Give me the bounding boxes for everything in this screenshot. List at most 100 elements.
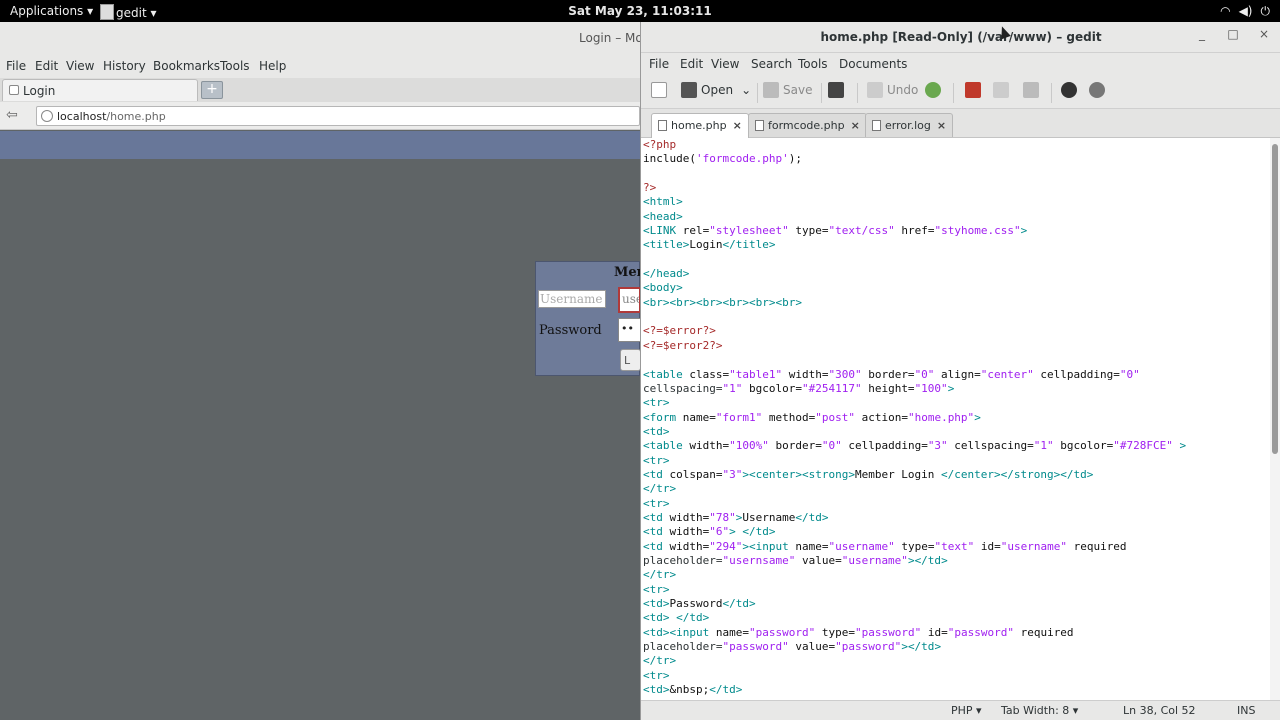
new-tab-button[interactable]: +	[201, 81, 223, 99]
code-line[interactable]: </tr>	[643, 654, 1186, 668]
menu-history[interactable]: History	[103, 59, 146, 73]
menu-edit[interactable]: Edit	[35, 59, 58, 73]
code-line[interactable]: <td>	[643, 425, 1186, 439]
gedit-menubar: File Edit View Search Tools Documents	[641, 53, 1280, 75]
code-line[interactable]: <title>Login</title>	[643, 238, 1186, 252]
close-tab-icon[interactable]: ×	[733, 119, 742, 132]
code-line[interactable]: cellspacing="1" bgcolor="#254117" height…	[643, 382, 1186, 396]
editor-scrollbar[interactable]	[1270, 138, 1280, 700]
system-tray[interactable]: ◠ ◀) ⏻	[1212, 4, 1270, 19]
gedit-menu-tools[interactable]: Tools	[798, 57, 828, 71]
gedit-menu-view[interactable]: View	[711, 57, 739, 71]
language-selector[interactable]: PHP ▾	[951, 704, 982, 717]
menu-bookmarks[interactable]: Bookmarks	[153, 59, 220, 73]
code-line[interactable]: placeholder="password" value="password">…	[643, 640, 1186, 654]
code-line[interactable]: <body>	[643, 281, 1186, 295]
paste-button[interactable]	[1023, 82, 1043, 102]
gedit-menu-documents[interactable]: Documents	[839, 57, 907, 71]
code-line[interactable]: <?php	[643, 138, 1186, 152]
new-document-icon	[651, 82, 667, 98]
code-line[interactable]: <tr>	[643, 454, 1186, 468]
undo-button[interactable]: Undo	[867, 82, 918, 102]
close-tab-icon[interactable]: ×	[937, 119, 946, 132]
find-replace-button[interactable]	[1089, 82, 1109, 102]
code-line[interactable]: <td width="294"><input name="username" t…	[643, 540, 1186, 554]
new-document-button[interactable]	[651, 82, 671, 102]
chevron-down-icon: ⌄	[741, 83, 752, 97]
code-line[interactable]: <tr>	[643, 583, 1186, 597]
code-line[interactable]	[643, 253, 1186, 267]
code-line[interactable]: <td width="6"> </td>	[643, 525, 1186, 539]
volume-icon[interactable]: ◀)	[1239, 4, 1253, 18]
tab-error-log[interactable]: error.log ×	[865, 113, 954, 137]
code-line[interactable]: </tr>	[643, 568, 1186, 582]
find-button[interactable]	[1061, 82, 1081, 102]
print-button[interactable]	[828, 82, 848, 102]
code-line[interactable]	[643, 167, 1186, 181]
code-line[interactable]: <tr>	[643, 669, 1186, 683]
code-line[interactable]: placeholder="usernsame" value="username"…	[643, 554, 1186, 568]
code-line[interactable]	[643, 310, 1186, 324]
code-line[interactable]: <td><input name="password" type="passwor…	[643, 626, 1186, 640]
gnome-top-bar: Applications ▾ gedit ▾ Sat May 23, 11:03…	[0, 0, 1280, 22]
menu-help[interactable]: Help	[259, 59, 286, 73]
minimize-button[interactable]: _	[1195, 28, 1209, 42]
code-line[interactable]: <br><br><br><br><br><br>	[643, 296, 1186, 310]
code-line[interactable]: include('formcode.php');	[643, 152, 1186, 166]
save-button[interactable]: Save	[763, 82, 812, 102]
browser-tab[interactable]: Login	[2, 79, 198, 101]
code-line[interactable]: <table width="100%" border="0" cellpaddi…	[643, 439, 1186, 453]
code-line[interactable]: <LINK rel="stylesheet" type="text/css" h…	[643, 224, 1186, 238]
tab-formcode-php[interactable]: formcode.php ×	[748, 113, 867, 137]
copy-button[interactable]	[993, 82, 1013, 102]
code-line[interactable]: <tr>	[643, 396, 1186, 410]
menu-file[interactable]: File	[6, 59, 26, 73]
code-line[interactable]: <tr>	[643, 497, 1186, 511]
gedit-menu-search[interactable]: Search	[751, 57, 792, 71]
tab-width-selector[interactable]: Tab Width: 8 ▾	[1001, 704, 1078, 717]
username-input[interactable]: use	[618, 287, 641, 313]
scrollbar-thumb[interactable]	[1272, 144, 1278, 454]
code-line[interactable]: <td>&nbsp;</td>	[643, 683, 1186, 697]
open-button[interactable]: Open ⌄	[681, 82, 751, 102]
gedit-menu-file[interactable]: File	[649, 57, 669, 71]
code-line[interactable]: <table class="table1" width="300" border…	[643, 368, 1186, 382]
code-text[interactable]: <?php include('formcode.php'); ?> <html> <h…	[643, 138, 1186, 697]
clock[interactable]: Sat May 23, 11:03:11	[0, 4, 1280, 18]
cut-button[interactable]	[965, 82, 985, 102]
code-line[interactable]: <html>	[643, 195, 1186, 209]
gedit-titlebar[interactable]: home.php [Read-Only] (/var/www) – gedit …	[641, 22, 1280, 53]
url-bar[interactable]: localhost/home.php	[36, 106, 640, 126]
password-input[interactable]: ••	[618, 318, 641, 342]
code-line[interactable]: <td colspan="3"><center><strong>Member L…	[643, 468, 1186, 482]
code-line[interactable]: </head>	[643, 267, 1186, 281]
code-line[interactable]: <td> </td>	[643, 611, 1186, 625]
login-button[interactable]: L	[620, 349, 641, 371]
menu-tools[interactable]: Tools	[220, 59, 250, 73]
firefox-titlebar[interactable]: Login – Mo	[0, 22, 643, 54]
tab-home-php[interactable]: home.php ×	[651, 113, 749, 138]
code-line[interactable]	[643, 353, 1186, 367]
code-line[interactable]: <td>Password</td>	[643, 597, 1186, 611]
wifi-icon[interactable]: ◠	[1220, 4, 1230, 18]
gedit-toolbar: Open ⌄ Save Undo	[641, 75, 1280, 109]
code-line[interactable]: <head>	[643, 210, 1186, 224]
code-line[interactable]: </tr>	[643, 482, 1186, 496]
close-window-button[interactable]: ×	[1257, 28, 1271, 42]
gedit-menu-edit[interactable]: Edit	[680, 57, 703, 71]
code-line[interactable]: <td width="78">Username</td>	[643, 511, 1186, 525]
back-arrow-icon[interactable]: ⇦	[6, 108, 24, 124]
maximize-button[interactable]: □	[1226, 28, 1240, 42]
code-editor[interactable]: <?php include('formcode.php'); ?> <html> <h…	[641, 138, 1271, 700]
code-line[interactable]: <form name="form1" method="post" action=…	[643, 411, 1186, 425]
code-line[interactable]: <?=$error2?>	[643, 339, 1186, 353]
power-icon[interactable]: ⏻	[1261, 4, 1271, 18]
insert-mode: INS	[1237, 704, 1256, 717]
menu-view[interactable]: View	[66, 59, 94, 73]
redo-button[interactable]	[925, 82, 945, 102]
code-line[interactable]: <?=$error?>	[643, 324, 1186, 338]
toolbar-separator	[1051, 83, 1052, 103]
code-line[interactable]: ?>	[643, 181, 1186, 195]
close-tab-icon[interactable]: ×	[851, 119, 860, 132]
document-icon	[872, 120, 881, 131]
